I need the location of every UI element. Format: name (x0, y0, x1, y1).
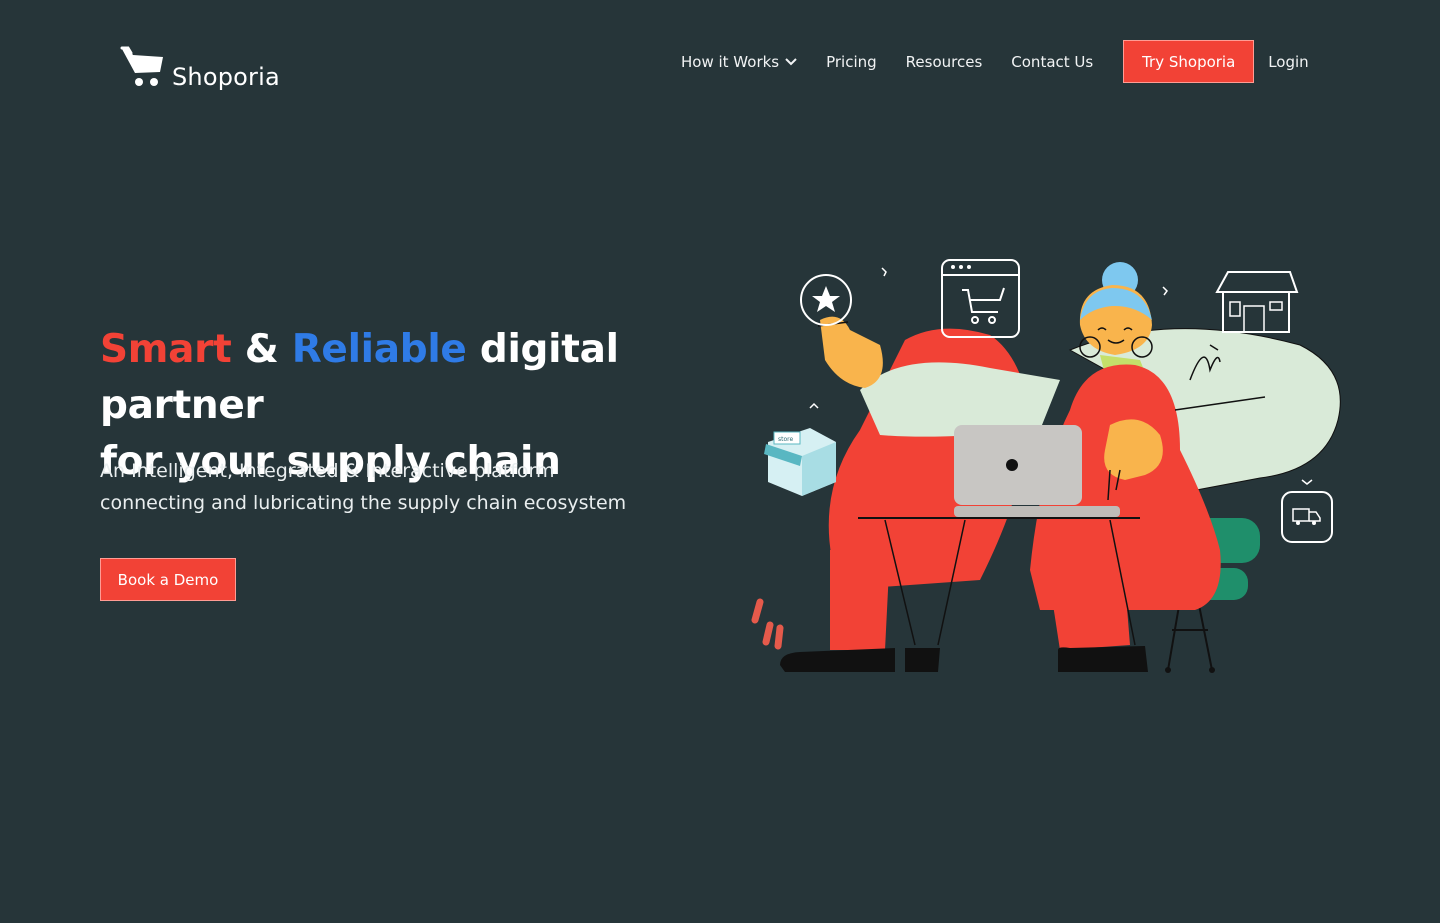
small-store-icon: store (764, 402, 836, 496)
nav-how-it-works[interactable]: How it Works (681, 53, 797, 71)
nav-contact-us[interactable]: Contact Us (1011, 53, 1093, 71)
store-sign-text: store (778, 436, 793, 443)
book-demo-button[interactable]: Book a Demo (100, 558, 236, 601)
hero-subtitle-line1: An Intelligent, Integrated & Interactive… (100, 460, 555, 482)
hero-subtitle-line2: connecting and lubricating the supply ch… (100, 492, 627, 514)
hero-subtitle: An Intelligent, Integrated & Interactive… (100, 455, 660, 519)
star-icon (800, 274, 852, 326)
nav-resources[interactable]: Resources (906, 53, 983, 71)
try-shoporia-button[interactable]: Try Shoporia (1123, 40, 1255, 83)
hero-title-reliable: Reliable (291, 327, 467, 372)
landing-page: Shoporia How it Works Pricing Resources … (0, 0, 1440, 923)
nav-how-it-works-label: How it Works (681, 52, 780, 71)
hero-title-smart: Smart (100, 327, 232, 372)
hero-title-amp: & (244, 327, 279, 372)
delivery-truck-icon (1281, 479, 1333, 543)
storefront-icon (1215, 271, 1299, 333)
brand-name: Shoporia (172, 63, 280, 91)
browser-cart-icon (941, 259, 1020, 338)
login-link[interactable]: Login (1268, 53, 1308, 71)
hero-illustration: store (740, 250, 1350, 695)
brand-logo[interactable]: Shoporia (120, 46, 280, 93)
main-nav: How it Works Pricing Resources Contact U… (681, 40, 1309, 83)
nav-pricing[interactable]: Pricing (826, 53, 877, 71)
chevron-down-icon (785, 57, 797, 66)
shopping-cart-icon (120, 46, 166, 93)
